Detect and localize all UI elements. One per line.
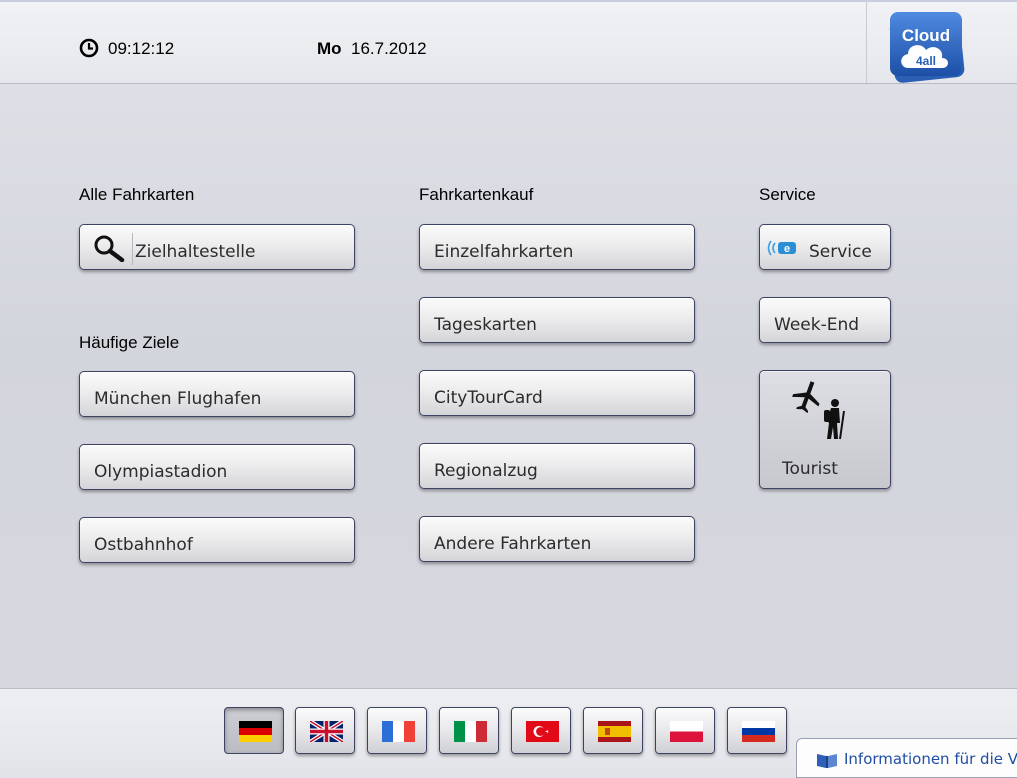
muenchen-flughafen-button[interactable]: München Flughafen [79,371,355,417]
cloud4all-logo: Cloud 4all [889,12,965,83]
service-label: Service [809,242,872,262]
airplane-hiker-icon [792,381,845,440]
search-icon [94,235,125,262]
date: 16.7.2012 [351,39,427,58]
button-label: Einzelfahrkarten [434,242,574,262]
button-label: CityTourCard [434,388,543,408]
zielhaltestelle-search-button[interactable]: Zielhaltestelle [79,224,355,270]
svg-text:e: e [784,243,790,255]
spain-flag-icon [598,721,631,742]
service-title: Service [759,185,816,204]
info-signal-icon: e [767,240,796,256]
russia-flag-icon [742,721,775,742]
tageskarten-button[interactable]: Tageskarten [419,297,695,343]
language-french-button[interactable] [367,707,427,754]
button-label: München Flughafen [94,389,262,409]
button-label: Regionalzug [434,461,538,481]
language-english-button[interactable] [295,707,355,754]
language-turkish-button[interactable] [511,707,571,754]
fahrkartenkauf-title: Fahrkartenkauf [419,185,534,204]
clock-icon [79,38,99,58]
top-bar: 09:12:12 Mo 16.7.2012 Cloud 4all [0,0,1017,84]
weekday: Mo [317,39,342,58]
button-label: Ostbahnhof [94,535,193,555]
turkey-flag-icon [526,721,559,742]
haeufige-ziele-title: Häufige Ziele [79,333,180,352]
andere-fahrkarten-button[interactable]: Andere Fahrkarten [419,516,695,562]
week-end-label: Week-End [774,315,860,335]
book-icon [817,754,837,768]
language-russian-button[interactable] [727,707,787,754]
button-label: Olympiastadion [94,462,228,482]
language-spanish-button[interactable] [583,707,643,754]
language-italian-button[interactable] [439,707,499,754]
alle-fahrkarten-title: Alle Fahrkarten [79,185,195,204]
tourist-button[interactable]: Tourist [759,370,891,489]
svg-text:4all: 4all [916,54,936,68]
tourist-label: Tourist [782,459,838,479]
uk-flag-icon [310,721,343,742]
button-label: Andere Fahrkarten [434,534,592,554]
ostbahnhof-button[interactable]: Ostbahnhof [79,517,355,563]
france-flag-icon [382,721,415,742]
clock-time: 09:12:12 [108,39,175,58]
italy-flag-icon [454,721,487,742]
service-button[interactable]: e Service [759,224,891,270]
language-polish-button[interactable] [655,707,715,754]
information-label: Informationen für die Ver [844,750,1017,768]
information-tab[interactable]: Informationen für die Ver [796,738,1017,778]
header-divider [866,2,867,83]
svg-text:Cloud: Cloud [902,26,950,45]
poland-flag-icon [670,721,703,742]
german-flag-icon [239,721,272,742]
language-german-button[interactable] [224,707,284,754]
citytourcard-button[interactable]: CityTourCard [419,370,695,416]
week-end-button[interactable]: Week-End [759,297,891,343]
button-label: Tageskarten [434,315,537,335]
zielhaltestelle-label: Zielhaltestelle [135,242,256,262]
einzelfahrkarten-button[interactable]: Einzelfahrkarten [419,224,695,270]
regionalzug-button[interactable]: Regionalzug [419,443,695,489]
search-divider [132,233,133,265]
olympiastadion-button[interactable]: Olympiastadion [79,444,355,490]
